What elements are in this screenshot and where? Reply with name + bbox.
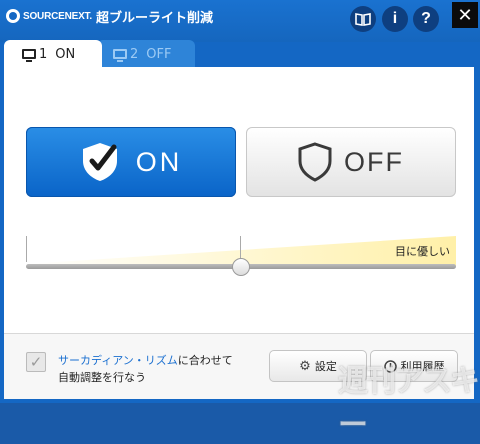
strength-slider-knob[interactable] [232, 258, 250, 276]
gear-icon: ⚙ [299, 358, 311, 374]
auto-adjust-label: サーカディアン・リズムに合わせて 自動調整を行なう [58, 352, 233, 386]
title-bar: SOURCENEXT. 超ブルーライト削減 i ? ✕ [0, 0, 480, 42]
app-window: SOURCENEXT. 超ブルーライト削減 i ? ✕ 2 OFF 1 ON O… [0, 0, 480, 443]
brand-mark-icon [6, 9, 20, 23]
auto-adjust-text-2: 自動調整を行なう [58, 371, 146, 384]
tab-off[interactable]: 2 OFF [97, 40, 195, 68]
off-button[interactable]: OFF [246, 127, 456, 197]
help-icon: ? [421, 10, 431, 27]
on-button[interactable]: ON [26, 127, 236, 197]
close-icon: ✕ [457, 4, 473, 26]
book-icon [355, 13, 371, 26]
auto-adjust-text-1: に合わせて [177, 354, 233, 367]
brand-logo: SOURCENEXT. [6, 9, 92, 23]
settings-button[interactable]: ⚙ 設定 [269, 350, 367, 382]
monitor-icon [113, 49, 127, 62]
on-button-label: ON [135, 146, 183, 177]
settings-label: 設定 [314, 360, 337, 373]
shield-check-icon [82, 143, 117, 181]
tab-label: ON [55, 46, 76, 62]
shield-icon [298, 142, 332, 182]
scale-tick-left [26, 236, 27, 262]
help-button[interactable]: ? [413, 6, 439, 32]
tab-number: 1 [39, 46, 48, 62]
info-button[interactable]: i [382, 6, 408, 32]
history-label: 利用履歴 [400, 360, 445, 373]
app-title: 超ブルーライト削減 [96, 11, 214, 26]
tab-on[interactable]: 1 ON [4, 40, 102, 68]
checkmark-icon: ✓ [29, 353, 43, 371]
circadian-rhythm-link[interactable]: サーカディアン・リズム [58, 354, 178, 367]
monitor-icon [22, 49, 36, 62]
main-panel [4, 67, 474, 333]
history-button[interactable]: 利用履歴 [370, 350, 458, 382]
tab-label: OFF [146, 46, 172, 62]
info-icon: i [392, 10, 398, 27]
tab-number: 2 [130, 46, 139, 62]
auto-adjust-checkbox[interactable]: ✓ [26, 352, 46, 372]
off-button-label: OFF [344, 146, 404, 177]
brand-text: SOURCENEXT. [23, 10, 92, 22]
close-button[interactable]: ✕ [452, 2, 478, 28]
eye-friendly-label: 目に優しい [395, 245, 450, 258]
manual-button[interactable] [350, 6, 376, 32]
clock-icon [383, 359, 397, 373]
